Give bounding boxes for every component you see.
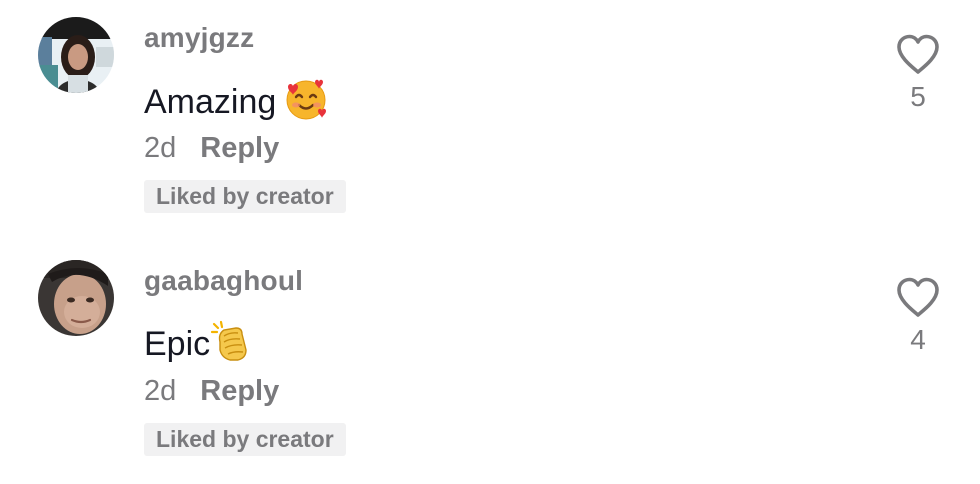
reply-button[interactable]: Reply <box>200 377 279 406</box>
comment-age: 2d <box>144 375 177 407</box>
comment-item: gaabaghoul Epic 2d Reply Liked by creato… <box>0 243 980 463</box>
avatar[interactable] <box>38 17 114 93</box>
username[interactable]: amyjgzz <box>144 24 254 52</box>
username[interactable]: gaabaghoul <box>144 267 303 295</box>
user-avatar-image <box>38 260 114 336</box>
comment-text-row: Epic <box>144 320 252 368</box>
user-avatar-image <box>38 17 114 93</box>
avatar[interactable] <box>38 260 114 336</box>
comment-text: Amazing <box>144 83 277 121</box>
comment-item: amyjgzz Amazing 2d Reply Liked by creato… <box>0 0 980 220</box>
comment-text: Epic <box>144 325 211 363</box>
liked-by-creator-badge: Liked by creator <box>144 180 346 213</box>
smiling-face-with-hearts-icon <box>284 77 328 127</box>
reply-button[interactable]: Reply <box>200 134 279 163</box>
like-control: 5 <box>888 33 948 111</box>
clapping-hands-icon <box>210 320 252 368</box>
comment-meta: 2d Reply <box>144 134 279 163</box>
liked-by-creator-badge: Liked by creator <box>144 423 346 456</box>
like-count: 4 <box>910 324 926 355</box>
like-count: 5 <box>910 81 926 112</box>
like-control: 4 <box>888 276 948 354</box>
comment-meta: 2d Reply <box>144 377 279 406</box>
comment-text-row: Amazing <box>144 77 328 127</box>
heart-icon[interactable] <box>895 33 941 75</box>
comment-age: 2d <box>144 132 177 164</box>
heart-icon[interactable] <box>895 276 941 318</box>
